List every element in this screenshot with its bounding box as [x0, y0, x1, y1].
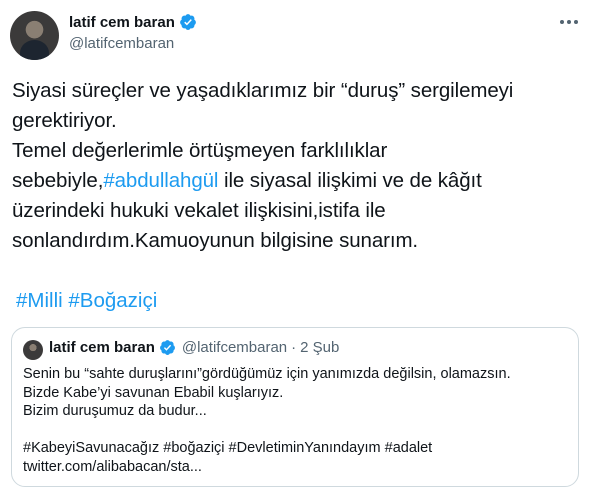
quoted-text: Senin bu “sahte duruşlarını”gördüğümüz i… — [23, 365, 573, 477]
tweet-text-line: Siyasi süreçler ve yaşadıklarımız bir “d… — [12, 79, 514, 102]
tweet-card: latif cem baran @latifcembaran Siyasi sü… — [0, 0, 591, 496]
quoted-date[interactable]: 2 Şub — [300, 339, 339, 356]
hashtag-row: #Milli #Boğaziçi — [16, 286, 157, 316]
author-handle[interactable]: @latifcembaran — [69, 35, 174, 52]
tweet-text-line: üzerindeki hukuki vekalet ilişkisini,ist… — [12, 199, 386, 222]
tweet-text-line: gerektiriyor. — [12, 109, 117, 132]
tweet-text-fragment: ile siyasal ilişkimi ve de kâğıt — [218, 169, 482, 192]
hashtag-link[interactable]: #Milli — [16, 289, 63, 312]
author-name-row: latif cem baran — [69, 13, 197, 31]
tweet-text-fragment: sebebiyle, — [12, 169, 104, 192]
hashtag-link[interactable]: #abdullahgül — [103, 169, 218, 192]
author-display-name[interactable]: latif cem baran — [69, 14, 175, 31]
quoted-text-line: Senin bu “sahte duruşlarını”gördüğümüz i… — [23, 366, 511, 382]
avatar[interactable] — [10, 11, 59, 60]
separator-dot: · — [291, 339, 297, 356]
quoted-text-line — [23, 421, 573, 440]
quoted-text-line: Bizde Kabe’yi savunan Ebabil kuşlarıyız. — [23, 384, 284, 401]
quoted-tweet[interactable]: latif cem baran @latifcembaran · 2 Şub S… — [11, 327, 579, 487]
quoted-link[interactable]: twitter.com/alibabacan/sta... — [23, 458, 573, 477]
quoted-header: latif cem baran @latifcembaran · 2 Şub — [49, 339, 339, 356]
quoted-text-line: Bizim duruşumuz da budur... — [23, 403, 207, 420]
tweet-text-line: sonlandırdım.Kamuoyunun bilgisine sunarı… — [12, 229, 419, 252]
verified-badge-icon — [179, 14, 196, 30]
hashtag-link[interactable]: #Boğaziçi — [68, 289, 157, 312]
tweet-text-line: sebebiyle,#abdullahgül ile siyasal ilişk… — [12, 166, 582, 196]
more-options-icon[interactable] — [555, 8, 583, 36]
tweet-text: Siyasi süreçler ve yaşadıklarımız bir “d… — [12, 76, 582, 256]
quoted-handle[interactable]: @latifcembaran — [182, 339, 287, 356]
tweet-text-line: Temel değerlerimle örtüşmeyen farklılıkl… — [12, 139, 388, 162]
quoted-avatar[interactable] — [23, 340, 43, 360]
verified-badge-icon — [159, 340, 175, 355]
quoted-display-name[interactable]: latif cem baran — [49, 339, 155, 356]
quoted-text-line: #KabeyiSavunacağız #boğaziçi #Devletimin… — [23, 440, 433, 457]
